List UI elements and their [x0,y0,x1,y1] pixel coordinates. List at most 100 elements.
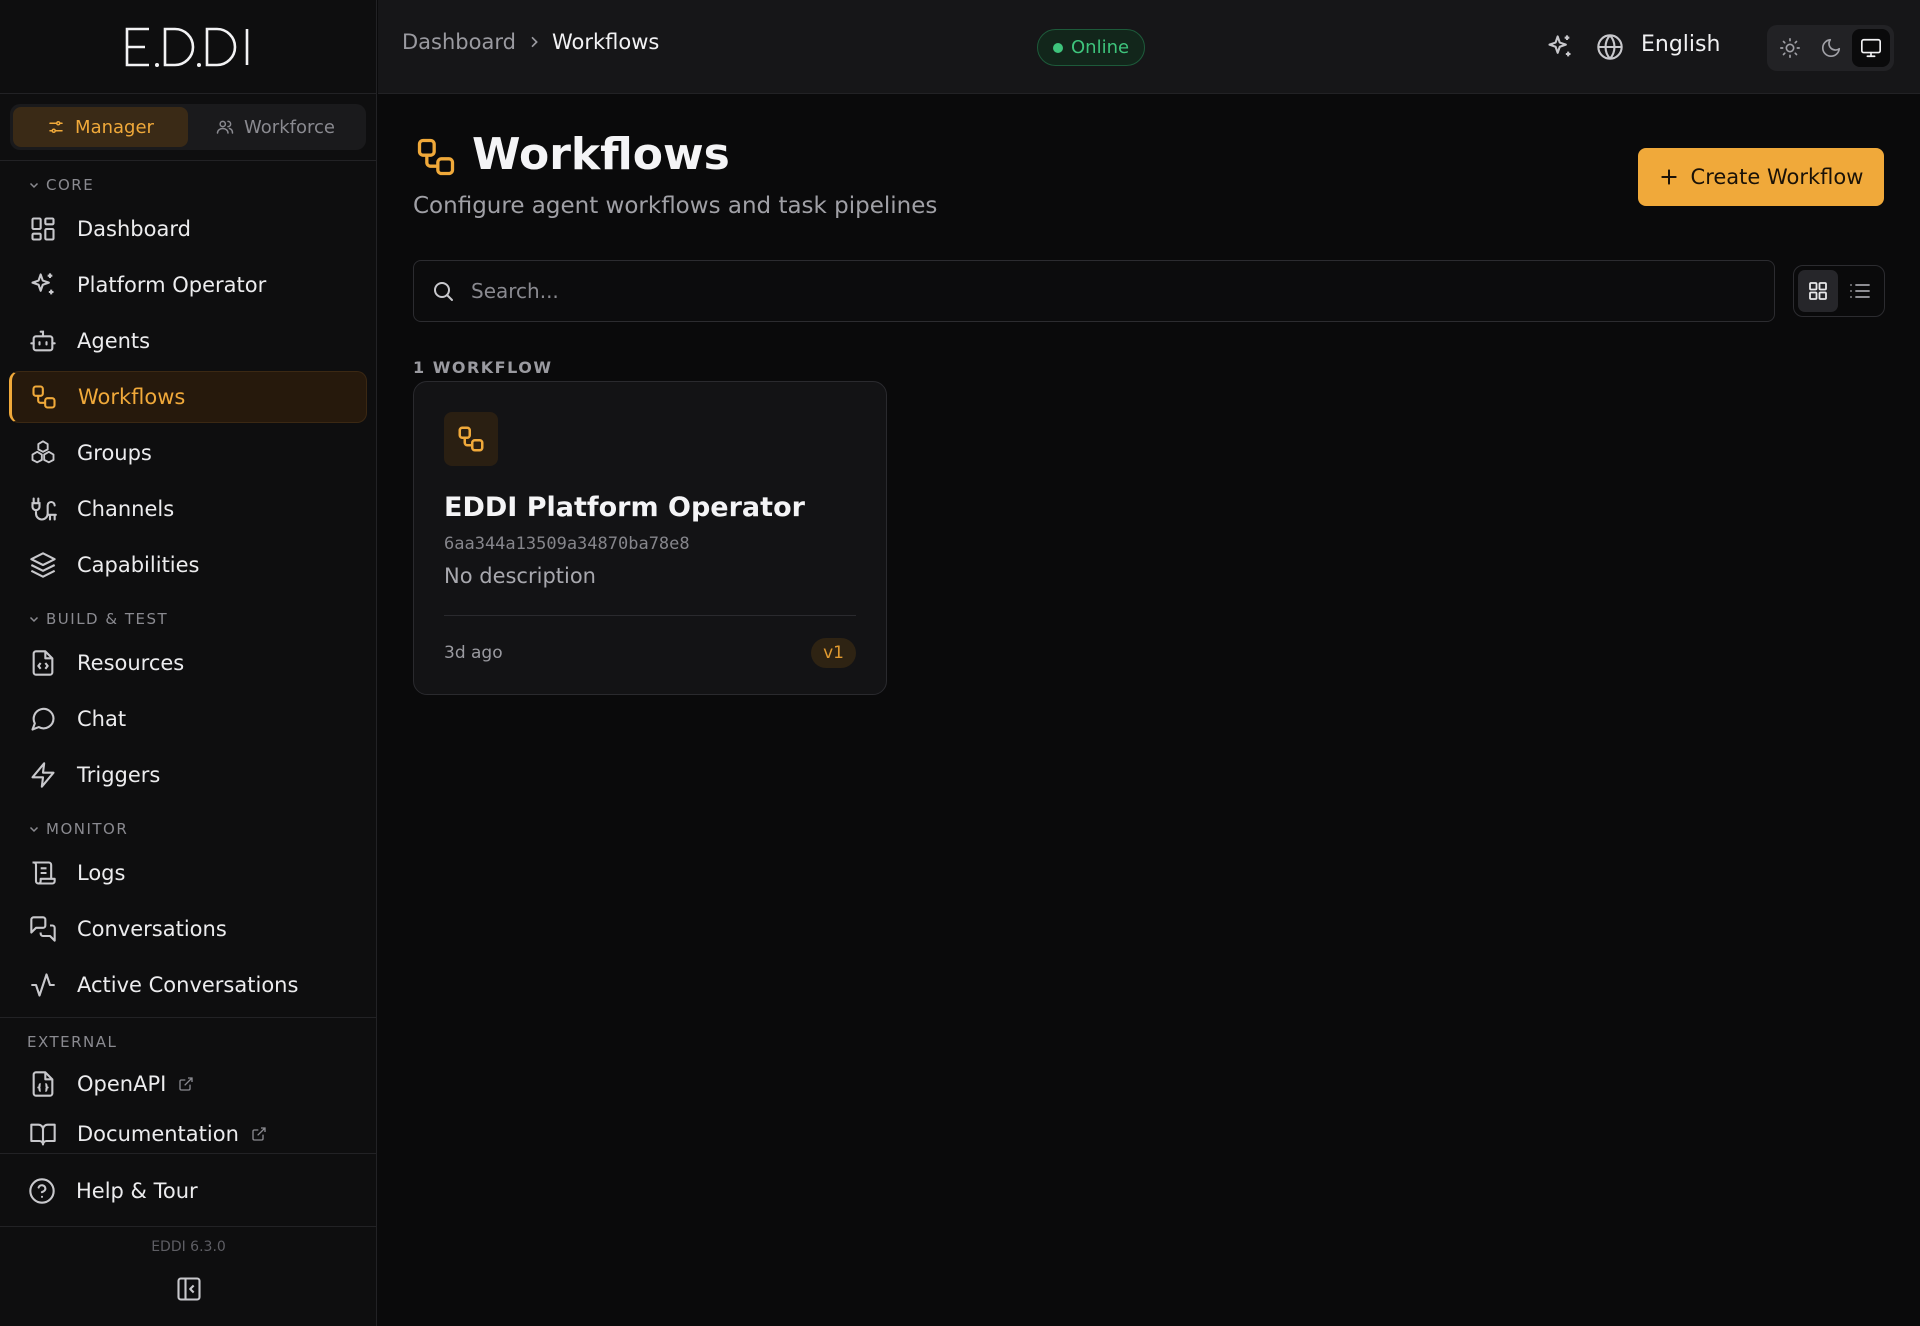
sidebar-item-workflows[interactable]: Workflows [9,371,367,423]
sparkles-icon [1548,35,1571,57]
sidebar-item-label: Agents [77,329,151,353]
eddi-logo[interactable] [123,25,253,69]
help-tour-button[interactable]: Help & Tour [0,1154,377,1228]
system-theme-button[interactable] [1852,29,1890,67]
top-header: Dashboard Workflows Online English [378,0,1920,94]
grid-view-button[interactable] [1798,270,1838,312]
sidebar-item-capabilities[interactable]: Capabilities [9,539,367,591]
sidebar-item-label: Active Conversations [77,973,299,997]
section-monitor-toggle[interactable]: MONITOR [0,805,376,847]
activity-icon [31,973,55,997]
manager-mode-label: Manager [75,116,154,138]
section-build-label: BUILD & TEST [46,610,169,628]
ai-assistant-button[interactable] [1546,33,1574,61]
card-description: No description [444,564,596,588]
workflow-icon [458,426,484,452]
sidebar-item-logs[interactable]: Logs [9,847,367,899]
page-subtitle: Configure agent workflows and task pipel… [413,193,938,219]
sidebar-item-label: Groups [77,441,152,465]
version-badge: v1 [811,638,856,668]
section-core-toggle[interactable]: CORE [0,161,376,203]
sidebar-item-platform-operator[interactable]: Platform Operator [9,259,367,311]
theme-switch [1767,25,1894,71]
sliders-icon [49,121,63,133]
sidebar-item-label: Triggers [77,763,161,787]
card-icon [444,412,498,466]
scroll-text-icon [32,861,56,885]
status-text: Online [1071,37,1130,58]
messages-square-icon [30,916,56,942]
sidebar-item-conversations[interactable]: Conversations [9,903,367,955]
layers-icon [30,552,56,578]
version-area: EDDI 6.3.0 [0,1226,377,1303]
file-code-icon [32,650,54,676]
sidebar-item-label: Logs [77,861,126,885]
plus-icon [1660,169,1677,185]
workforce-mode-button[interactable]: Workforce [188,107,363,147]
language-button[interactable] [1596,33,1624,61]
sidebar-item-chat[interactable]: Chat [9,693,367,745]
sidebar-item-resources[interactable]: Resources [9,637,367,689]
grid-icon [1809,282,1827,300]
sidebar-item-label: Conversations [77,917,227,941]
dark-theme-button[interactable] [1812,29,1850,67]
breadcrumb: Dashboard Workflows [402,30,659,54]
sidebar-item-triggers[interactable]: Triggers [9,749,367,801]
chevron-down-icon [29,182,39,189]
file-json-icon [32,1071,54,1097]
sidebar-item-agents[interactable]: Agents [9,315,367,367]
external-link-icon [252,1127,266,1141]
sidebar-item-label: OpenAPI [77,1072,167,1096]
workflow-icon [417,138,455,176]
sidebar-item-label: Workflows [78,385,186,409]
chevron-down-icon [29,616,39,623]
sidebar-item-documentation[interactable]: Documentation [9,1110,367,1158]
breadcrumb-current: Workflows [551,30,660,54]
help-area: Help & Tour [0,1153,377,1228]
sidebar-item-openapi[interactable]: OpenAPI [9,1060,367,1108]
manager-mode-button[interactable]: Manager [13,107,188,147]
app-version: EDDI 6.3.0 [151,1239,226,1255]
light-theme-button[interactable] [1771,29,1809,67]
card-timestamp: 3d ago [444,643,503,663]
panel-left-close-icon [176,1277,201,1301]
workflow-card[interactable]: EDDI Platform Operator 6aa344a13509a3487… [413,381,887,695]
sidebar-item-groups[interactable]: Groups [9,427,367,479]
moon-icon [1821,38,1840,58]
message-circle-icon [31,707,55,731]
zap-icon [31,762,55,788]
sidebar-item-active-conversations[interactable]: Active Conversations [9,959,367,1011]
mode-switch: Manager Workforce [10,104,366,150]
section-external-text: EXTERNAL [27,1033,118,1051]
language-select[interactable]: English [1641,32,1720,57]
section-external-label: EXTERNAL [0,1018,376,1060]
view-toggle [1793,265,1885,317]
breadcrumb-dashboard-link[interactable]: Dashboard [402,30,516,54]
sidebar-item-channels[interactable]: Channels [9,483,367,535]
divider [444,615,856,616]
cable-icon [31,497,57,521]
status-badge: Online [1037,29,1146,66]
search-box [413,260,1775,322]
chevron-right-icon [531,36,538,48]
boxes-icon [31,440,55,464]
workflow-count: 1 WORKFLOW [413,358,553,377]
collapse-sidebar-button[interactable] [175,1275,203,1303]
list-view-button[interactable] [1840,270,1880,312]
sidebar-item-label: Chat [77,707,127,731]
section-monitor-label: MONITOR [46,820,129,838]
workflow-icon [32,385,56,409]
list-icon [1850,284,1870,298]
search-icon [434,282,453,301]
sidebar-item-dashboard[interactable]: Dashboard [9,203,367,255]
card-id: 6aa344a13509a34870ba78e8 [444,534,690,554]
chevron-down-icon [29,826,39,833]
search-input[interactable] [471,279,1774,303]
bot-icon [30,330,56,352]
create-workflow-label: Create Workflow [1690,165,1864,189]
workforce-mode-label: Workforce [244,116,335,138]
section-build-toggle[interactable]: BUILD & TEST [0,595,376,637]
create-workflow-button[interactable]: Create Workflow [1638,148,1884,206]
monitor-icon [1861,38,1881,58]
logo-area [0,0,376,94]
